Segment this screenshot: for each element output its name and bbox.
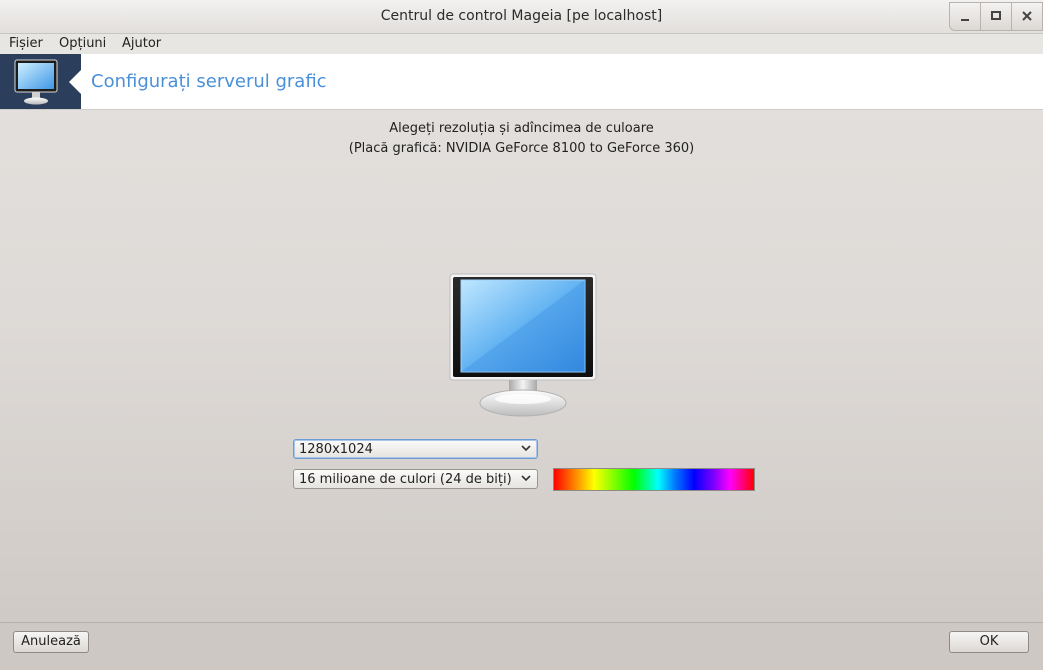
maximize-icon: [991, 11, 1001, 20]
window-controls: [949, 2, 1043, 31]
color-depth-value: 16 milioane de culori (24 de biți): [299, 472, 512, 487]
title-bar: Centrul de control Mageia [pe localhost]: [0, 0, 1043, 34]
color-spectrum-preview: [553, 468, 755, 491]
menu-options[interactable]: Opțiuni: [59, 36, 106, 51]
resolution-value: 1280x1024: [299, 442, 373, 457]
resolution-select[interactable]: 1280x1024: [293, 439, 538, 459]
menu-file[interactable]: Fișier: [9, 36, 43, 51]
instruction-text: Alegeți rezoluția și adîncimea de culoar…: [389, 121, 654, 136]
ok-button[interactable]: OK: [949, 631, 1029, 653]
page-header: Configurați serverul grafic: [0, 54, 1043, 110]
monitor-illustration-icon: [449, 273, 597, 417]
minimize-button[interactable]: [949, 2, 980, 31]
button-bar: Anulează OK: [0, 622, 1043, 670]
cancel-button[interactable]: Anulează: [13, 631, 89, 653]
monitor-icon: [14, 59, 58, 105]
chevron-down-icon: [521, 475, 531, 482]
close-button[interactable]: [1011, 2, 1043, 31]
graphics-card-text: (Placă grafică: NVIDIA GeForce 8100 to G…: [348, 141, 695, 156]
menu-help[interactable]: Ajutor: [122, 36, 161, 51]
window-title: Centrul de control Mageia [pe localhost]: [380, 8, 663, 24]
color-depth-select[interactable]: 16 milioane de culori (24 de biți): [293, 469, 538, 489]
header-notch: [69, 69, 82, 95]
minimize-icon: [961, 19, 969, 21]
menu-bar: Fișier Opțiuni Ajutor: [0, 34, 1043, 54]
header-icon-area: [0, 54, 82, 109]
main-content: Alegeți rezoluția și adîncimea de culoar…: [0, 110, 1043, 622]
chevron-down-icon: [521, 445, 531, 452]
maximize-button[interactable]: [980, 2, 1011, 31]
page-title: Configurați serverul grafic: [91, 71, 327, 92]
close-icon: [1022, 11, 1032, 21]
